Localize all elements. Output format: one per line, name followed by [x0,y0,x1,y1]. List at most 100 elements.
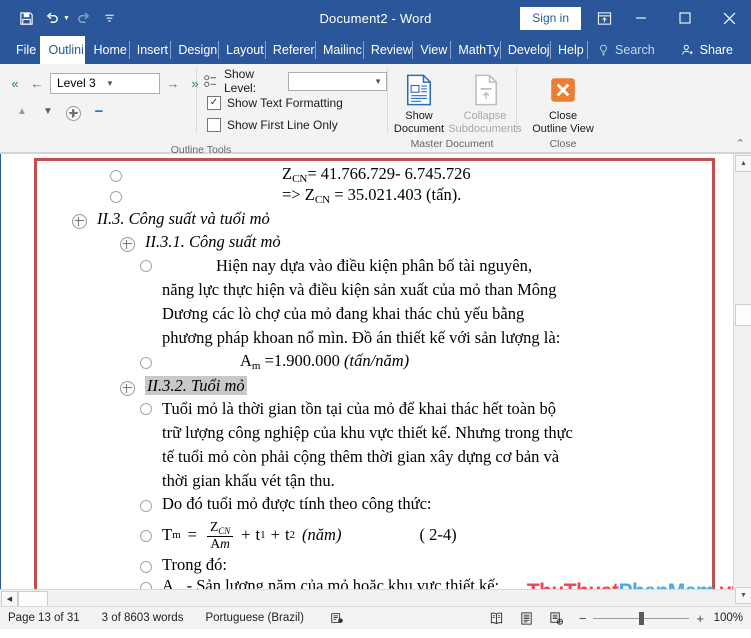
proofing-errors-icon[interactable] [326,611,348,625]
ribbon-tab-bar: File Outlini Home Insert Design Layout R… [0,36,751,64]
z-subscript: CN [292,173,308,185]
collapse-ribbon-icon[interactable]: ⌃ [736,137,745,150]
vertical-scrollbar[interactable]: ▲ ▼ [733,154,751,606]
expand-button[interactable]: + [66,105,81,122]
scroll-left-button[interactable]: ◀ [1,591,18,606]
close-button[interactable] [707,0,751,36]
save-icon[interactable] [14,6,38,30]
collapse-button[interactable]: − [91,102,107,120]
minimize-button[interactable] [619,0,663,36]
read-mode-icon[interactable] [485,611,509,626]
tab-layout[interactable]: Layout [218,36,265,64]
undo-dropdown-icon[interactable]: ▼ [63,15,70,22]
share-button[interactable]: Share [665,36,741,64]
show-text-formatting-row[interactable]: ✓ Show Text Formatting [203,92,343,114]
outline-heading-row[interactable]: II.3.2. Tuổi mỏ [120,376,707,396]
move-down-button[interactable]: ▼ [40,102,56,120]
outline-row[interactable]: Tuổi mỏ là thời gian tồn tại của mỏ để k… [140,397,707,493]
zoom-out-button[interactable]: − [579,611,587,626]
scroll-down-button[interactable]: ▼ [735,587,751,604]
customize-quick-access-toolbar-icon[interactable] [98,6,122,30]
tab-mathtype[interactable]: MathTy [450,36,500,64]
outline-bullet-icon[interactable] [140,500,152,512]
outline-row[interactable]: Hiện nay dựa vào điều kiện phân bố tài n… [140,254,707,350]
word-count[interactable]: 3 of 8603 words [102,612,184,624]
outline-bullet-icon[interactable] [110,170,122,182]
outline-heading-row[interactable]: II.3. Công suất và tuổi mỏ [72,209,707,229]
share-person-icon [681,44,693,55]
redo-icon[interactable] [72,6,96,30]
tab-outlining[interactable]: Outlini [40,36,86,64]
collapse-subdocuments-button[interactable]: Collapse Subdocuments [448,64,522,136]
show-text-formatting-checkbox[interactable]: ✓ [207,96,221,110]
share-label: Share [699,43,734,57]
outline-row[interactable]: => ZCN = 35.021.403 (tấn). [110,185,707,206]
outline-row[interactable]: ZCN= 41.766.729- 6.745.726 [110,164,707,185]
outline-level-select[interactable]: Level 3 ▼ [50,72,160,94]
tab-developer[interactable]: Develoj [499,36,550,64]
outline-row[interactable]: Do đó tuổi mỏ được tính theo công thức: [140,494,707,514]
zoom-level[interactable]: 100% [711,612,743,624]
outline-bullet-icon[interactable] [140,560,152,573]
tab-design[interactable]: Design [170,36,218,64]
language-indicator[interactable]: Portuguese (Brazil) [205,612,303,624]
outline-bullet-icon[interactable] [140,403,152,415]
promote-button[interactable]: ← [28,73,46,93]
outline-bullet-icon[interactable] [110,191,122,203]
close-outline-view-label-line1: Close [548,110,578,122]
show-first-line-only-row[interactable]: Show First Line Only [203,114,338,136]
maximize-button[interactable] [663,0,707,36]
zoom-control[interactable]: − + 100% [579,611,743,626]
tab-review[interactable]: Review [362,36,413,64]
move-up-button[interactable]: ▲ [14,102,30,120]
search-label: Search [615,43,655,57]
zoom-in-button[interactable]: + [696,611,704,626]
show-document-button[interactable]: Show Document [388,64,450,136]
outline-content[interactable]: ZCN= 41.766.729- 6.745.726 => ZCN = 35.0… [40,164,707,606]
expand-collapse-icon[interactable] [72,214,87,229]
show-level-select[interactable]: ▼ [288,71,387,91]
search-box[interactable]: Search [587,36,665,64]
zoom-slider-track[interactable] [593,611,690,625]
page-indicator[interactable]: Page 13 of 31 [8,612,80,624]
tab-insert[interactable]: Insert [128,36,171,64]
numerator-base: Z [209,519,219,534]
expand-collapse-icon[interactable] [120,237,135,252]
tab-home[interactable]: Home [85,36,128,64]
demote-button[interactable]: → [164,73,182,93]
t1-subscript: 1 [260,529,266,542]
close-outline-view-button[interactable]: Close Outline View [519,64,607,136]
fraction-denominator: Am [207,537,233,551]
undo-icon[interactable] [40,6,64,30]
outline-bullet-icon[interactable] [140,357,152,369]
tab-mailings[interactable]: Mailinc [314,36,363,64]
web-layout-icon[interactable] [545,611,569,626]
outline-heading-row[interactable]: II.3.1. Công suất mỏ [120,232,707,252]
close-group-label: Close [549,138,577,150]
outline-formula-row[interactable]: Tm = ZCN Am + t1 + t2 (năm) ( 2-4) [140,520,707,551]
promote-to-heading1-button[interactable]: « [6,73,24,93]
tab-references[interactable]: Referer [264,36,315,64]
zoom-slider-thumb[interactable] [639,611,645,625]
outline-bullet-icon[interactable] [140,530,152,542]
scroll-up-button[interactable]: ▲ [735,155,751,172]
print-layout-icon[interactable] [515,611,539,626]
tab-view[interactable]: View [412,36,450,64]
sign-in-button[interactable]: Sign in [520,6,581,30]
lightbulb-icon [600,44,607,55]
ribbon-group-master-document: Show Document Collapse Subdocuments Mast… [388,64,522,152]
vertical-scroll-thumb[interactable] [735,304,751,326]
outline-row[interactable]: Am =1.900.000 (tấn/năm) [140,351,707,372]
outline-bullet-icon[interactable] [140,260,152,272]
expand-collapse-icon[interactable] [120,381,135,396]
tab-help[interactable]: Help [550,36,587,64]
collapse-subdocuments-icon [467,70,503,110]
show-first-line-only-checkbox[interactable] [207,118,221,132]
horizontal-scrollbar[interactable]: ◀ [0,589,734,606]
outline-row[interactable]: Trong đó: [140,555,707,575]
outline-text: Am =1.900.000 (tấn/năm) [240,351,409,372]
ribbon-display-options-icon[interactable] [589,0,619,36]
tab-file[interactable]: File [8,36,40,64]
collapse-subdocuments-label-line1: Collapse [463,110,507,122]
horizontal-scroll-thumb[interactable] [18,591,48,606]
